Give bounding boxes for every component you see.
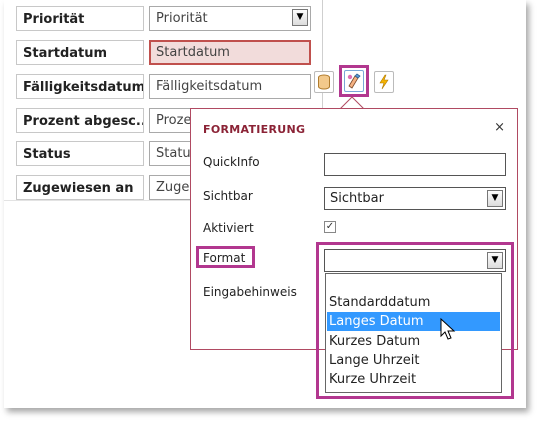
aktiviert-checkbox[interactable]: ✓	[324, 221, 336, 233]
startdatum-field-selected[interactable]: Startdatum	[149, 40, 311, 65]
sichtbar-select[interactable]: Sichtbar ▼	[324, 187, 506, 210]
mouse-cursor-icon	[440, 318, 456, 340]
format-dropdown-highlight	[316, 242, 514, 399]
quickinfo-label: QuickInfo	[203, 155, 260, 169]
field-label-prioritaet[interactable]: Priorität	[16, 6, 144, 31]
faelligkeitsdatum-field[interactable]: Fälligkeitsdatum	[149, 74, 311, 99]
aktiviert-label: Aktiviert	[203, 221, 254, 235]
sichtbar-select-value: Sichtbar	[330, 191, 384, 206]
field-label-status[interactable]: Status	[16, 141, 144, 166]
field-label-zugewiesen[interactable]: Zugewiesen an	[16, 175, 144, 200]
data-icon[interactable]	[314, 71, 334, 93]
formatting-icon-highlight	[339, 65, 369, 97]
prioritaet-dropdown-value: Priorität	[156, 11, 208, 26]
format-label-highlight	[196, 246, 255, 268]
actions-icon[interactable]	[374, 71, 394, 93]
quickinfo-input[interactable]	[324, 153, 506, 176]
field-label-faelligkeitsdatum[interactable]: Fälligkeitsdatum	[16, 74, 144, 99]
field-label-startdatum[interactable]: Startdatum	[16, 40, 144, 65]
prioritaet-dropdown[interactable]: Priorität ▼	[149, 6, 311, 31]
chevron-down-icon[interactable]: ▼	[487, 190, 503, 207]
field-label-prozent[interactable]: Prozent abgesc...	[16, 108, 144, 133]
chevron-down-icon[interactable]: ▼	[292, 9, 308, 26]
close-icon[interactable]: ×	[494, 120, 505, 135]
popup-title: FORMATIERUNG	[203, 123, 306, 136]
eingabehinweis-label: Eingabehinweis	[203, 285, 297, 299]
sichtbar-label: Sichtbar	[203, 189, 253, 203]
